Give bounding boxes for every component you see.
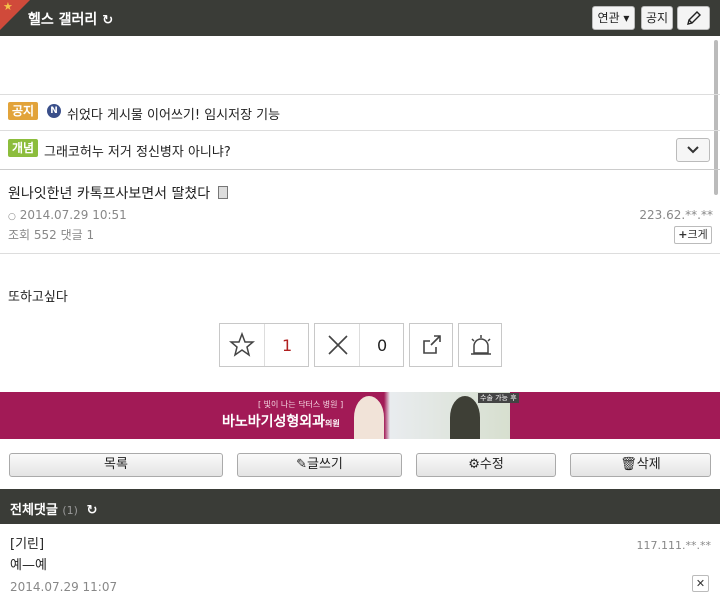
list-button[interactable]: 목록 <box>9 453 223 477</box>
ad-portrait <box>354 396 384 439</box>
write-icon-button[interactable] <box>677 6 710 30</box>
comment-delete-button[interactable]: ✕ <box>692 575 709 592</box>
reject-button[interactable]: 0 <box>314 323 404 367</box>
refresh-icon[interactable]: ↻ <box>102 13 113 28</box>
comments-header: 전체댓글 (1) ↻ <box>0 489 720 524</box>
refresh-icon[interactable]: ↻ <box>87 503 98 518</box>
ad-portrait <box>450 396 480 439</box>
concept-link[interactable]: 그래코허누 저거 정신병자 아니냐? <box>44 141 231 160</box>
close-icon: ✕ <box>695 577 706 590</box>
pencil-icon <box>686 11 701 25</box>
post-date: ○ 2014.07.29 10:51 <box>8 208 127 222</box>
related-button[interactable]: 연관 ▾ <box>592 6 635 30</box>
scrollbar[interactable] <box>714 40 718 195</box>
top-bar: ★ 헬스 갤러리 ↻ 연관 ▾ 공지 <box>0 0 720 36</box>
trash-icon: 🗑 <box>620 457 637 472</box>
divider <box>0 94 720 95</box>
recommend-count: 1 <box>282 336 293 355</box>
expand-button[interactable] <box>676 138 710 162</box>
notice-link[interactable]: 쉬었다 게시물 이어쓰기! 임시저장 기능 <box>67 104 280 123</box>
new-icon: N <box>47 104 61 118</box>
chevron-down-icon <box>687 146 699 154</box>
ad-banner[interactable]: [ 빛이 나는 닥터스 병원 ] 바노바기성형외과의원 수술 가능 후 <box>0 392 720 439</box>
comment-date: 2014.07.29 11:07 <box>10 580 118 594</box>
siren-icon <box>471 335 491 355</box>
enlarge-button[interactable]: +크게 <box>674 226 712 244</box>
ad-small-text: [ 빛이 나는 닥터스 병원 ] <box>258 400 344 409</box>
edit-button[interactable]: ⚙수정 <box>416 453 556 477</box>
divider <box>0 130 720 131</box>
notice-badge: 공지 <box>8 102 39 120</box>
divider <box>0 253 720 254</box>
comment-ip: 117.111.**.** <box>636 539 711 552</box>
comment-author[interactable]: [기린] <box>10 533 44 552</box>
ad-tag: 수술 가능 후 <box>478 393 519 403</box>
comments-count: (1) <box>62 504 78 517</box>
comment-text: 예—예 <box>10 558 47 573</box>
post-stats: 조회 552 댓글 1 <box>8 228 95 242</box>
post-title: 원나잇한년 카톡프사보면서 딸쳤다 <box>8 183 228 203</box>
share-icon <box>423 335 441 354</box>
notice-button[interactable]: 공지 <box>641 6 673 30</box>
delete-button[interactable]: 🗑삭제 <box>570 453 711 477</box>
recommend-button[interactable]: 1 <box>219 323 309 367</box>
post-body: 또하고싶다 <box>8 290 68 305</box>
star-outline-icon <box>229 332 255 357</box>
pencil-icon: ✎ <box>296 457 307 472</box>
gear-icon: ⚙ <box>468 457 480 472</box>
document-icon <box>217 186 228 199</box>
reject-count: 0 <box>377 336 388 355</box>
share-button[interactable] <box>409 323 453 367</box>
x-icon <box>328 335 348 355</box>
comments-title: 전체댓글 <box>10 503 58 518</box>
concept-badge: 개념 <box>8 139 39 157</box>
gallery-title[interactable]: 헬스 갤러리 ↻ <box>28 9 113 29</box>
divider <box>0 169 720 170</box>
star-icon: ★ <box>3 0 13 13</box>
post-ip: 223.62.**.** <box>639 208 713 222</box>
write-button[interactable]: ✎글쓰기 <box>237 453 402 477</box>
ad-main-text: 바노바기성형외과의원 <box>222 414 340 430</box>
clock-icon: ○ <box>8 212 16 222</box>
report-button[interactable] <box>458 323 502 367</box>
